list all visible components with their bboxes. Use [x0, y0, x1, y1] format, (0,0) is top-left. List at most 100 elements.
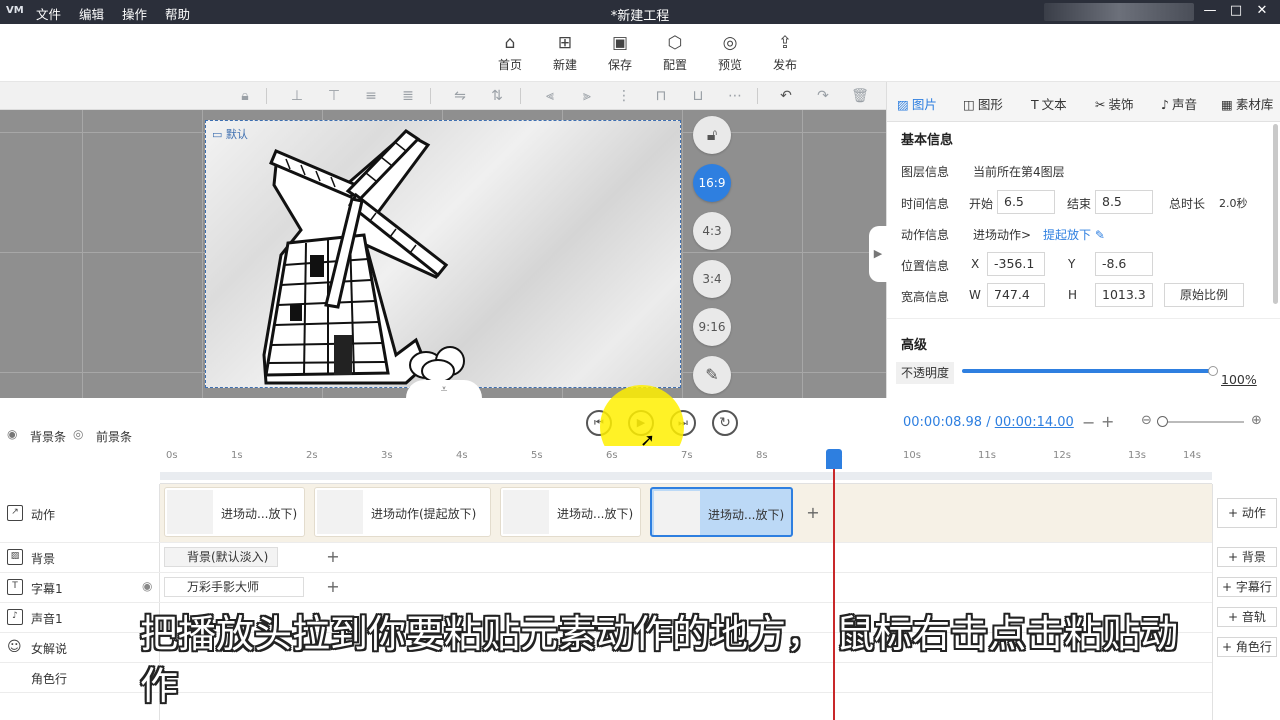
property-tabs: ▨ 图片 ◫ 图形 T 文本 ✂ 装饰 ♪ 声音 ▦ 素材库: [887, 82, 1280, 122]
opacity-slider[interactable]: [962, 369, 1214, 373]
end-field[interactable]: 8.5: [1095, 190, 1153, 214]
minimize-button[interactable]: —: [1198, 3, 1222, 21]
preview-button[interactable]: ◎ 预览: [706, 32, 754, 73]
align-top-icon[interactable]: ⊤: [325, 87, 343, 105]
start-field[interactable]: 6.5: [997, 190, 1055, 214]
action-track[interactable]: 进场动...放下) 进场动作(提起放下) 进场动...放下) 进场动...放下)…: [160, 484, 1212, 543]
tab-decor[interactable]: ✂ 装饰: [1095, 94, 1134, 113]
action-link[interactable]: 提起放下 ✎: [1043, 226, 1105, 243]
eye-off-icon[interactable]: ◎: [73, 427, 83, 441]
home-button[interactable]: ⌂ 首页: [486, 32, 534, 73]
timeline-zoom-handle[interactable]: [1157, 416, 1168, 427]
eye-icon[interactable]: ◉: [142, 579, 152, 593]
canvas-area[interactable]: ▭ 默认: [0, 110, 886, 398]
action-clip[interactable]: 进场动...放下): [500, 487, 641, 537]
timeline-range-bar[interactable]: [160, 472, 1212, 480]
ratio-4-3[interactable]: 4:3: [693, 212, 731, 250]
align-top-edge-icon[interactable]: ⊓: [652, 87, 670, 105]
subtitle-track[interactable]: 万彩手影大师 +: [160, 573, 1212, 603]
distribute-v-icon[interactable]: ⋯: [726, 87, 744, 105]
eye-icon[interactable]: ◉: [7, 427, 17, 441]
track-label-role[interactable]: 角色行: [0, 663, 160, 693]
user-account-area[interactable]: [1044, 3, 1194, 21]
align-vcenter-icon[interactable]: ⊥: [288, 87, 306, 105]
config-button[interactable]: ⬡ 配置: [651, 32, 699, 73]
tab-text[interactable]: T 文本: [1031, 94, 1067, 113]
collapse-canvas-icon[interactable]: ⩡: [406, 380, 482, 398]
track-label-narrator[interactable]: ☺ 女解说: [0, 633, 160, 663]
tab-sound[interactable]: ♪ 声音: [1161, 94, 1197, 113]
flip-horizontal-icon[interactable]: ⇋: [451, 87, 469, 105]
align-middle-icon[interactable]: ≡: [362, 87, 380, 105]
add-background-plus-icon[interactable]: +: [325, 549, 341, 565]
ratio-3-4[interactable]: 3:4: [693, 260, 731, 298]
windmill-image[interactable]: [256, 125, 496, 387]
unlock-icon[interactable]: 🔓︎: [693, 116, 731, 154]
tab-library[interactable]: ▦ 素材库: [1221, 94, 1273, 113]
clip-thumbnail: [317, 490, 363, 534]
add-action-button[interactable]: + 动作: [1217, 498, 1277, 528]
stage-canvas[interactable]: ▭ 默认: [205, 120, 681, 388]
edit-pen-icon[interactable]: ✎: [693, 356, 731, 394]
action-clip[interactable]: 进场动...放下): [164, 487, 305, 537]
align-bottom-icon[interactable]: ≣: [399, 87, 417, 105]
tick-label: 7s: [681, 450, 693, 461]
timeline-zoom-in-icon[interactable]: ⊕: [1251, 413, 1262, 428]
new-button[interactable]: ⊞ 新建: [541, 32, 589, 73]
zoom-minus-icon[interactable]: −: [1082, 413, 1095, 432]
align-left-icon[interactable]: ⫷: [541, 87, 559, 105]
total-time[interactable]: 00:00:14.00: [995, 415, 1074, 430]
background-track[interactable]: 背景(默认淡入) +: [160, 543, 1212, 573]
background-strip-toggle[interactable]: 背景条: [30, 428, 66, 445]
flip-vertical-icon[interactable]: ⇅: [488, 87, 506, 105]
opacity-value[interactable]: 100%: [1221, 372, 1257, 387]
playhead-handle[interactable]: [826, 449, 842, 469]
replay-icon[interactable]: ↻: [712, 410, 738, 436]
ratio-9-16[interactable]: 9:16: [693, 308, 731, 346]
tab-image[interactable]: ▨ 图片: [897, 94, 937, 113]
add-subtitle-plus-icon[interactable]: +: [325, 579, 341, 595]
ratio-16-9[interactable]: 16:9: [693, 164, 731, 202]
edit-icon[interactable]: ✎: [1095, 228, 1105, 242]
maximize-button[interactable]: □: [1224, 3, 1248, 21]
action-clip-selected[interactable]: 进场动...放下): [650, 487, 793, 537]
width-field[interactable]: 747.4: [987, 283, 1045, 307]
sound-icon: ♪: [1161, 97, 1169, 112]
foreground-strip-toggle[interactable]: 前景条: [96, 428, 132, 445]
track-label-background[interactable]: ▨ 背景: [0, 543, 160, 573]
add-role-row-button[interactable]: + 角色行: [1217, 637, 1277, 657]
tab-shape[interactable]: ◫ 图形: [963, 94, 1003, 113]
timeline-ruler[interactable]: 0s 1s 2s 3s 4s 5s 6s 7s 8s 9s 10s 11s 12…: [160, 446, 1212, 484]
opacity-slider-handle[interactable]: [1208, 366, 1218, 376]
add-subtitle-row-button[interactable]: + 字幕行: [1217, 577, 1277, 597]
undo-icon[interactable]: ↶: [777, 87, 795, 105]
subtitle-clip[interactable]: 万彩手影大师: [164, 577, 304, 597]
align-bottom-edge-icon[interactable]: ⊔: [689, 87, 707, 105]
action-clip[interactable]: 进场动作(提起放下): [314, 487, 491, 537]
zoom-plus-icon[interactable]: +: [1101, 412, 1114, 431]
height-field[interactable]: 1013.3: [1095, 283, 1153, 307]
align-right-icon[interactable]: ⫸: [578, 87, 596, 105]
y-field[interactable]: -8.6: [1095, 252, 1153, 276]
panel-expand-icon[interactable]: ▶: [869, 226, 887, 282]
publish-button[interactable]: ⇪ 发布: [761, 32, 809, 73]
close-button[interactable]: ✕: [1250, 3, 1274, 21]
x-field[interactable]: -356.1: [987, 252, 1045, 276]
track-label-subtitle[interactable]: T 字幕1 ◉: [0, 573, 160, 603]
panel-scrollbar[interactable]: [1273, 124, 1278, 304]
track-label-action[interactable]: ↗ 动作: [0, 484, 160, 543]
save-button[interactable]: ▣ 保存: [596, 32, 644, 73]
lock-icon[interactable]: 🔒︎: [236, 87, 254, 105]
add-background-button[interactable]: + 背景: [1217, 547, 1277, 567]
track-label-audio[interactable]: ♪ 声音1: [0, 603, 160, 633]
add-action-plus-icon[interactable]: +: [805, 505, 821, 521]
background-clip[interactable]: 背景(默认淡入): [164, 547, 278, 567]
distribute-h-icon[interactable]: ⋮: [615, 87, 633, 105]
delete-icon[interactable]: 🗑︎: [851, 87, 869, 105]
original-ratio-button[interactable]: 原始比例: [1164, 283, 1244, 307]
redo-icon[interactable]: ↷: [814, 87, 832, 105]
timeline-zoom-slider[interactable]: [1160, 421, 1244, 423]
timeline-zoom-out-icon[interactable]: ⊖: [1141, 413, 1152, 428]
narrator-icon: ☺: [7, 639, 22, 655]
add-audio-track-button[interactable]: + 音轨: [1217, 607, 1277, 627]
